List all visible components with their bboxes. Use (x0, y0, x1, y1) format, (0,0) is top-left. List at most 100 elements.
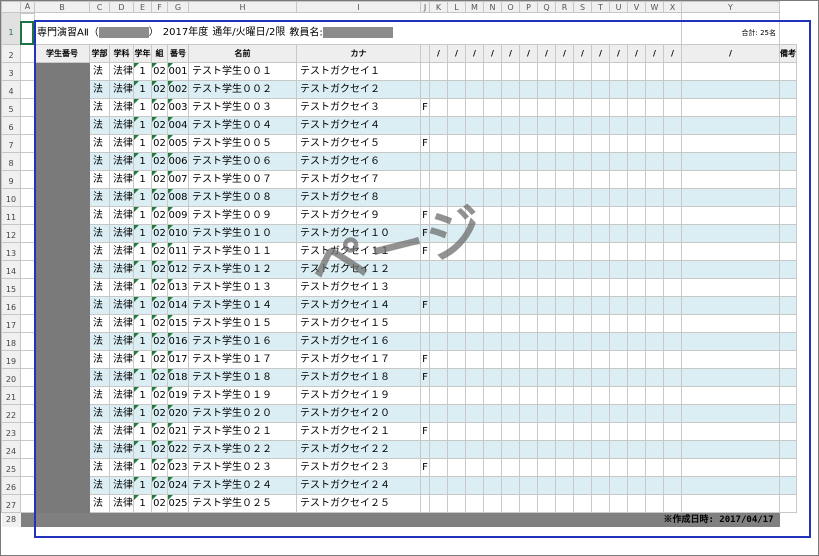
cell-a10[interactable] (20, 188, 35, 207)
faculty-cell[interactable]: 法 (89, 296, 110, 315)
row-header-17[interactable]: 17 (1, 314, 21, 333)
attendance-cell[interactable] (501, 296, 520, 315)
attendance-cell[interactable] (465, 404, 484, 423)
attendance-cell[interactable] (519, 80, 538, 99)
attendance-cell[interactable] (627, 314, 646, 333)
attendance-cell[interactable] (483, 278, 502, 297)
attendance-cell[interactable] (591, 440, 610, 459)
redacted-student-no[interactable] (34, 206, 90, 225)
attendance-cell[interactable] (429, 242, 448, 261)
attendance-cell[interactable] (465, 80, 484, 99)
kana-cell[interactable]: テストガクセイ１０ (296, 224, 421, 243)
class-cell[interactable]: 02 (151, 422, 168, 441)
flag-cell[interactable]: F (420, 296, 430, 315)
attendance-cell[interactable] (429, 260, 448, 279)
department-cell[interactable]: 法律 (109, 170, 134, 189)
number-header[interactable]: 番号 (167, 44, 189, 63)
attendance-cell[interactable] (483, 260, 502, 279)
attendance-cell[interactable] (627, 242, 646, 261)
attendance-cell[interactable] (555, 278, 574, 297)
attendance-cell[interactable] (663, 224, 682, 243)
flag-cell[interactable]: F (420, 368, 430, 387)
attendance-cell[interactable] (429, 386, 448, 405)
attendance-cell[interactable] (609, 332, 628, 351)
remarks-cell[interactable] (779, 134, 797, 153)
name-header[interactable]: 名前 (188, 44, 297, 63)
attendance-cell[interactable] (663, 98, 682, 117)
attendance-cell[interactable] (555, 458, 574, 477)
number-cell[interactable]: 009 (167, 206, 189, 225)
redacted-student-no[interactable] (34, 422, 90, 441)
attendance-cell[interactable] (537, 224, 556, 243)
grade-cell[interactable]: 1 (133, 368, 152, 387)
faculty-cell[interactable]: 法 (89, 422, 110, 441)
attendance-cell[interactable] (447, 350, 466, 369)
attendance-cell[interactable] (501, 314, 520, 333)
cell-a19[interactable] (20, 350, 35, 369)
grade-cell[interactable]: 1 (133, 224, 152, 243)
attendance-cell[interactable] (555, 116, 574, 135)
attendance-cell[interactable] (663, 458, 682, 477)
attendance-cell[interactable] (681, 296, 780, 315)
attendance-cell[interactable] (591, 152, 610, 171)
class-cell[interactable]: 02 (151, 242, 168, 261)
attendance-cell[interactable] (447, 152, 466, 171)
row-header-12[interactable]: 12 (1, 224, 21, 243)
remarks-cell[interactable] (779, 386, 797, 405)
attendance-cell[interactable] (501, 134, 520, 153)
attendance-cell[interactable] (519, 224, 538, 243)
attendance-cell[interactable] (429, 458, 448, 477)
attendance-cell[interactable] (465, 188, 484, 207)
attendance-cell[interactable] (555, 188, 574, 207)
cell-a15[interactable] (20, 278, 35, 297)
redacted-student-no[interactable] (34, 98, 90, 117)
attendance-cell[interactable] (681, 278, 780, 297)
attendance-date-header[interactable]: / (519, 44, 538, 63)
attendance-cell[interactable] (519, 152, 538, 171)
attendance-cell[interactable] (447, 332, 466, 351)
redacted-student-no[interactable] (34, 134, 90, 153)
redacted-student-no[interactable] (34, 332, 90, 351)
flag-cell[interactable] (420, 260, 430, 279)
attendance-cell[interactable] (429, 278, 448, 297)
flag-cell[interactable] (420, 278, 430, 297)
attendance-cell[interactable] (483, 116, 502, 135)
remarks-cell[interactable] (779, 494, 797, 513)
number-cell[interactable]: 010 (167, 224, 189, 243)
flag-cell[interactable] (420, 62, 430, 81)
attendance-cell[interactable] (483, 98, 502, 117)
attendance-cell[interactable] (555, 80, 574, 99)
faculty-cell[interactable]: 法 (89, 386, 110, 405)
attendance-cell[interactable] (429, 152, 448, 171)
attendance-cell[interactable] (591, 188, 610, 207)
attendance-cell[interactable] (555, 440, 574, 459)
attendance-cell[interactable] (537, 458, 556, 477)
name-cell[interactable]: テスト学生０１１ (188, 242, 297, 261)
class-cell[interactable]: 02 (151, 314, 168, 333)
attendance-cell[interactable] (663, 386, 682, 405)
cell-a8[interactable] (20, 152, 35, 171)
column-header-i[interactable]: I (296, 1, 421, 13)
attendance-cell[interactable] (681, 386, 780, 405)
attendance-cell[interactable] (609, 476, 628, 495)
attendance-cell[interactable] (627, 440, 646, 459)
attendance-cell[interactable] (537, 422, 556, 441)
attendance-cell[interactable] (573, 350, 592, 369)
kana-cell[interactable]: テストガクセイ１３ (296, 278, 421, 297)
flag-cell[interactable]: F (420, 134, 430, 153)
attendance-cell[interactable] (537, 296, 556, 315)
attendance-cell[interactable] (519, 368, 538, 387)
column-header-r[interactable]: R (555, 1, 574, 13)
attendance-cell[interactable] (501, 368, 520, 387)
flag-cell[interactable]: F (420, 206, 430, 225)
class-cell[interactable]: 02 (151, 458, 168, 477)
row-header-10[interactable]: 10 (1, 188, 21, 207)
attendance-cell[interactable] (591, 422, 610, 441)
attendance-cell[interactable] (519, 350, 538, 369)
attendance-cell[interactable] (645, 188, 664, 207)
cell-a7[interactable] (20, 134, 35, 153)
attendance-cell[interactable] (573, 116, 592, 135)
class-cell[interactable]: 02 (151, 476, 168, 495)
name-cell[interactable]: テスト学生０１４ (188, 296, 297, 315)
row-header-23[interactable]: 23 (1, 422, 21, 441)
